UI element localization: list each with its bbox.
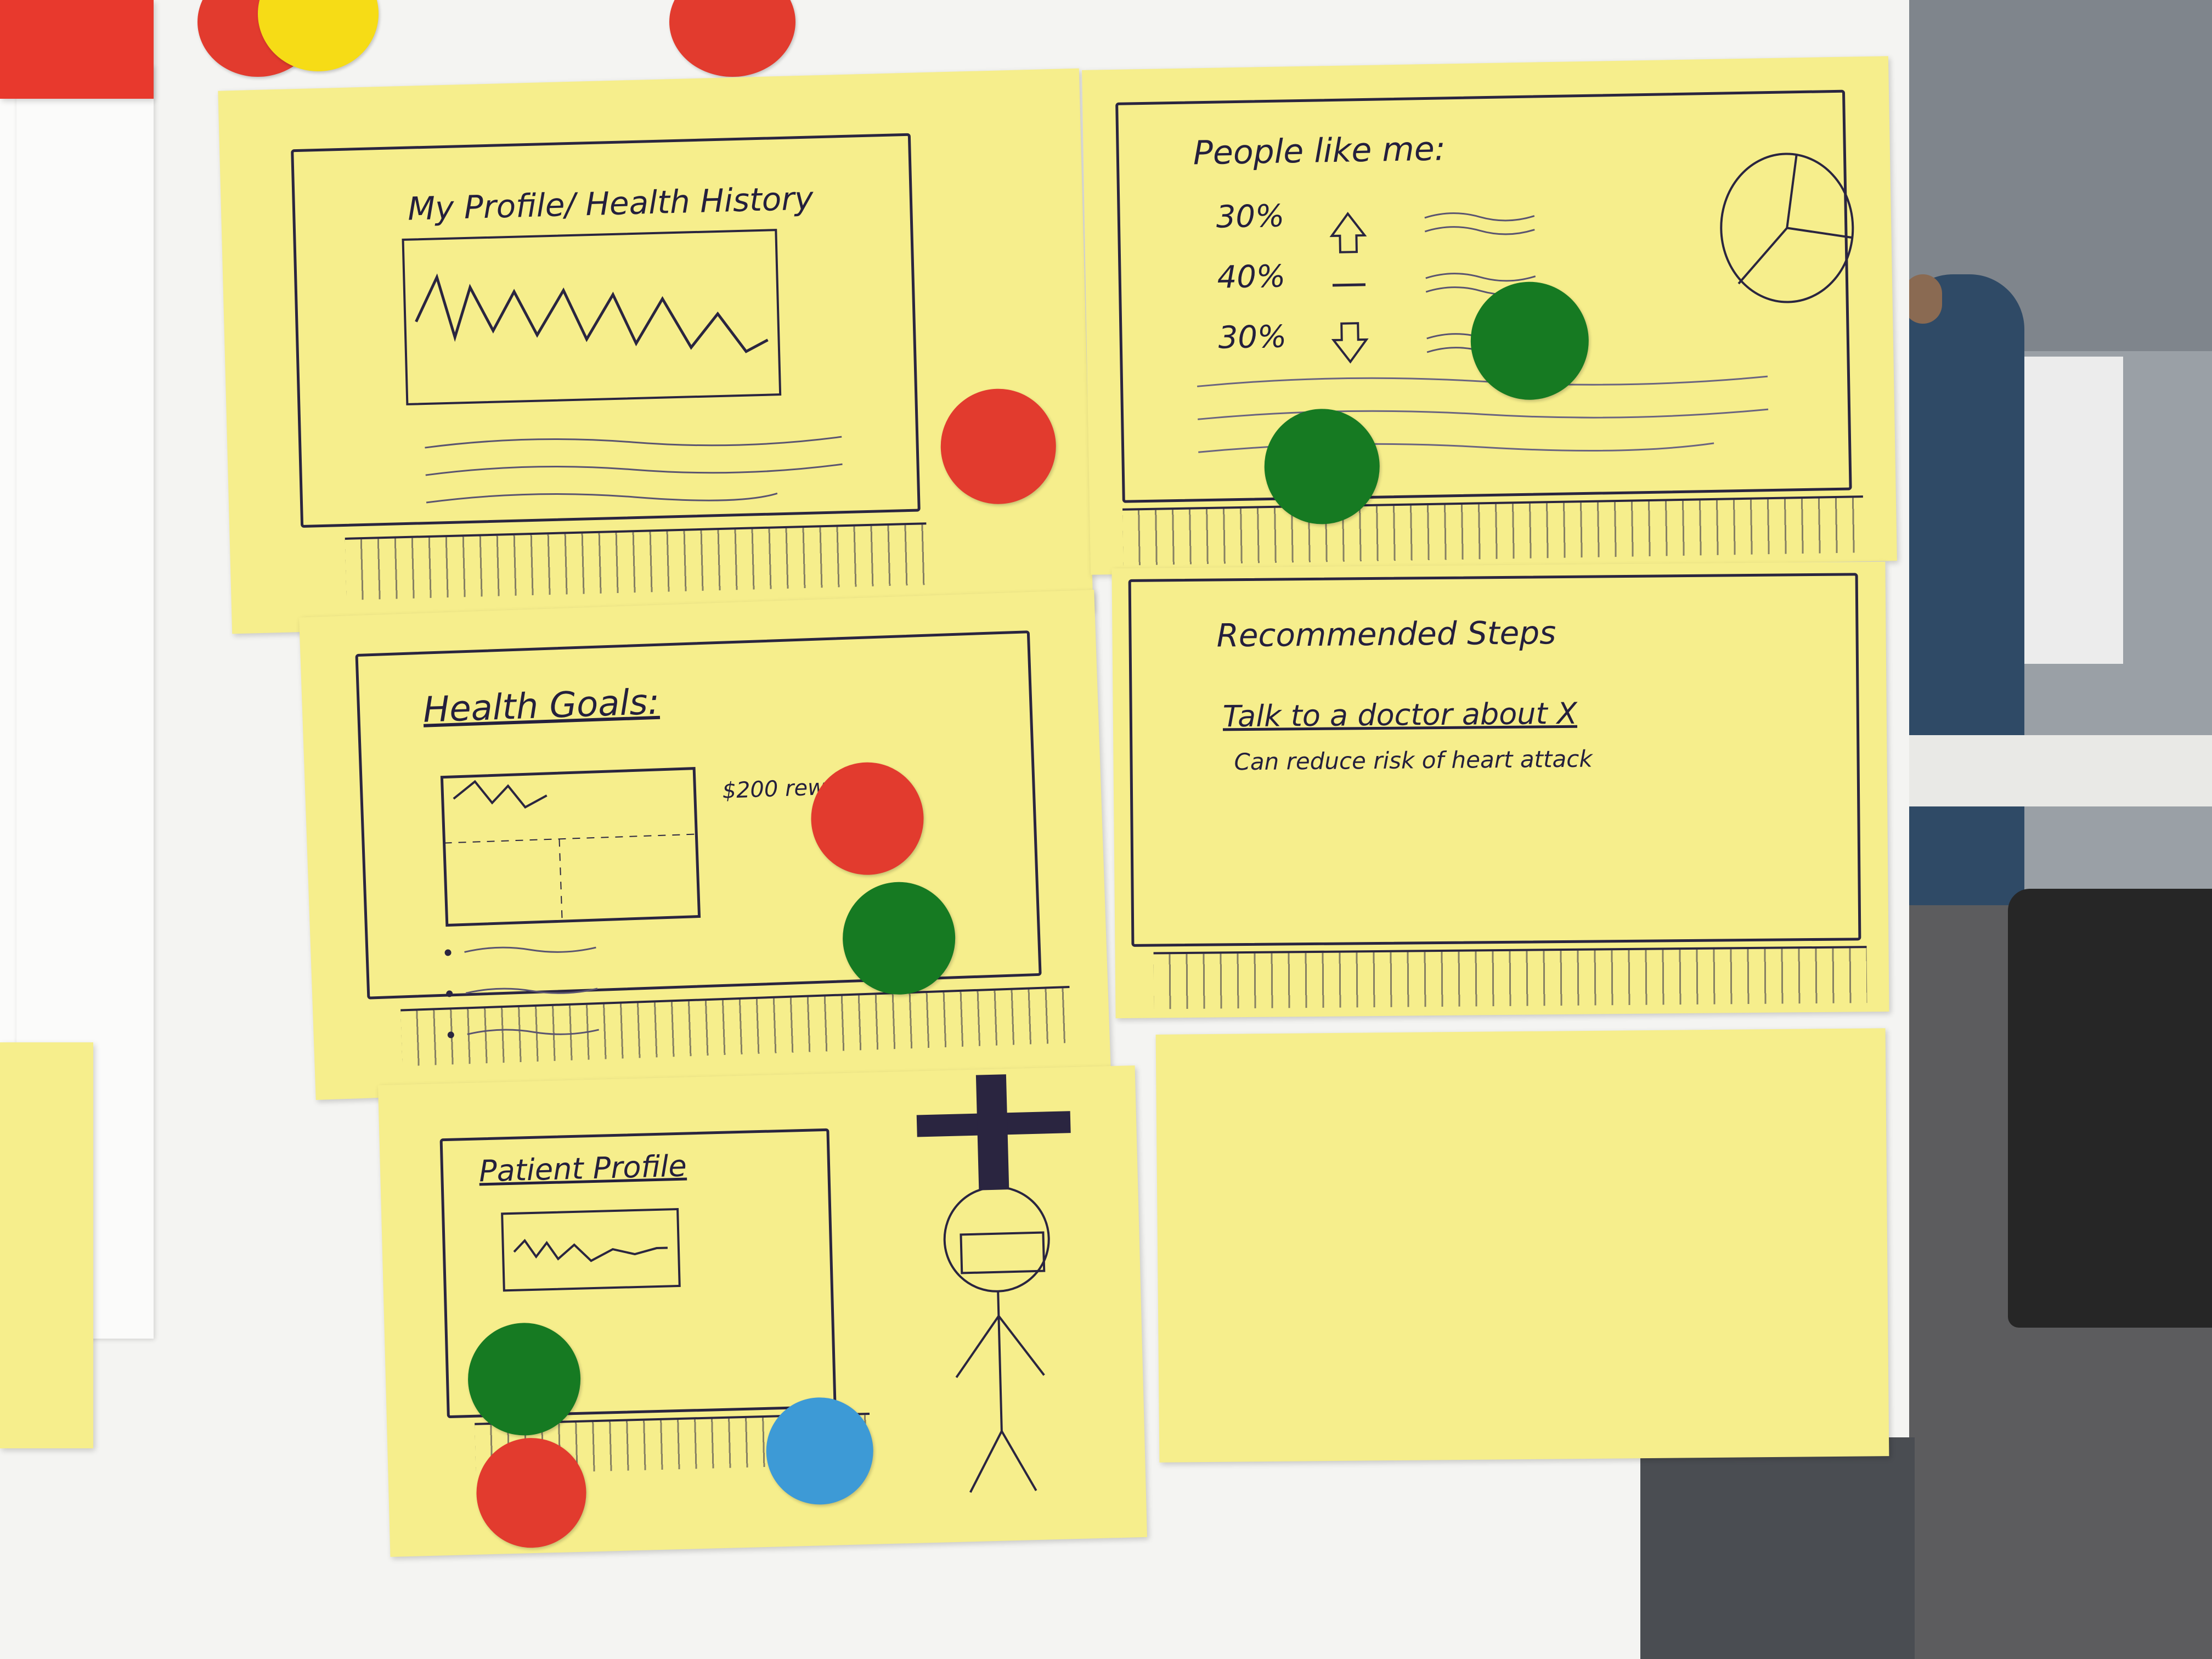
laptop-keyboard-sketch bbox=[345, 522, 928, 600]
stat-row-percent: 40% bbox=[1217, 258, 1286, 296]
note-title: Health Goals: bbox=[422, 681, 661, 731]
bullet-item: Can reduce risk of heart attack bbox=[1234, 745, 1593, 776]
sticky-note-edge bbox=[0, 1042, 93, 1448]
sticky-note-recommended-steps: Recommended Steps Talk to a doctor about… bbox=[1111, 561, 1889, 1019]
background-person bbox=[1898, 274, 2024, 905]
red-dot-sticker bbox=[939, 387, 1058, 506]
sticky-note-people-like-me: People like me: 30% 40% 30% bbox=[1082, 56, 1897, 575]
health-history-chart-sketch bbox=[402, 229, 782, 405]
goals-chart-sketch bbox=[440, 767, 701, 927]
board-edge-shadow bbox=[1640, 1437, 1915, 1659]
down-arrow-icon bbox=[1331, 322, 1369, 364]
bullet-list-sketch bbox=[444, 946, 599, 1039]
red-paper-corner bbox=[0, 0, 154, 99]
background-person-head bbox=[1904, 274, 1942, 324]
patient-chart-sketch bbox=[501, 1207, 681, 1292]
reward-label: $200 rew bbox=[721, 775, 826, 804]
background-table bbox=[1876, 735, 2212, 806]
laptop-keyboard-sketch bbox=[1122, 495, 1864, 566]
sticky-note-blank bbox=[1155, 1028, 1889, 1463]
stat-row-percent: 30% bbox=[1216, 198, 1285, 235]
pie-chart-sketch bbox=[1720, 153, 1854, 303]
laptop-keyboard-sketch bbox=[1153, 946, 1867, 1009]
bullet-item: Talk to a doctor about X bbox=[1222, 696, 1578, 734]
sticky-note-patient-profile: Patient Profile bbox=[377, 1065, 1148, 1557]
doctor-stick-figure-sketch bbox=[916, 1074, 1071, 1493]
stat-row-percent: 30% bbox=[1218, 319, 1287, 356]
note-title: Recommended Steps bbox=[1216, 614, 1556, 654]
up-arrow-icon bbox=[1329, 212, 1367, 253]
note-title: Patient Profile bbox=[478, 1148, 687, 1189]
sticky-note-health-history: My Profile/ Health History bbox=[218, 68, 1093, 634]
trend-arrows-sketch bbox=[1329, 212, 1369, 364]
text-lines-sketch bbox=[425, 436, 843, 504]
sticky-note-health-goals: Health Goals: $200 rew bbox=[299, 589, 1111, 1101]
note-title: People like me: bbox=[1193, 129, 1446, 173]
background-chair bbox=[2008, 889, 2212, 1328]
